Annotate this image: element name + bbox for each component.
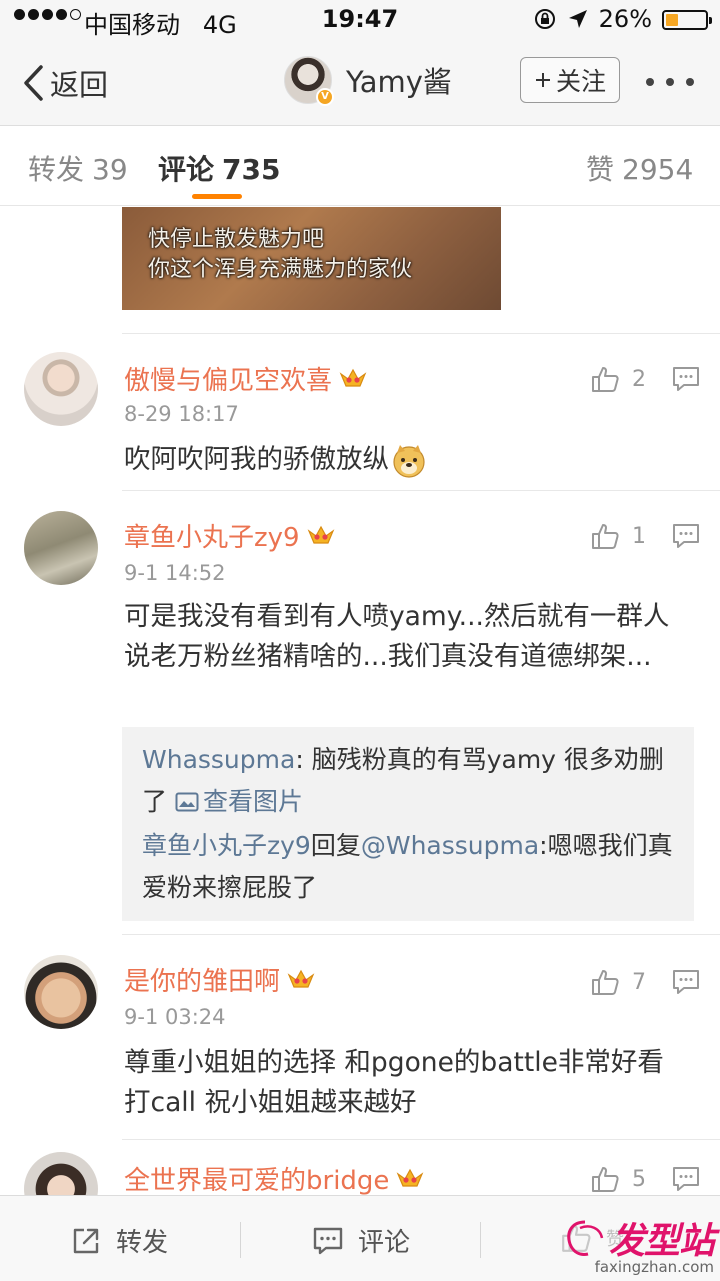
doge-emoji-icon: [393, 444, 425, 478]
divider: [122, 333, 720, 334]
watermark-brand: 发型站: [608, 1221, 715, 1262]
like-count: 5: [632, 1166, 646, 1192]
tab-comment-count: 735: [222, 153, 281, 186]
nav-bar: 返回 V Yamy酱 关注: [0, 40, 720, 126]
author-name: Yamy酱: [346, 65, 452, 99]
avatar[interactable]: [24, 1152, 98, 1195]
avatar[interactable]: [24, 955, 98, 1029]
follow-label: 关注: [555, 67, 606, 96]
reply-icon[interactable]: [672, 366, 700, 392]
crown-badge-icon: [397, 1168, 424, 1187]
avatar[interactable]: [24, 352, 98, 426]
rotation-lock-icon: [534, 9, 555, 29]
reply-thread[interactable]: Whassupma: 脑残粉真的有骂yamy 很多劝删了 查看图片 章鱼小丸子z…: [122, 727, 694, 921]
divider: [480, 1222, 481, 1258]
tab-comment-label: 评论: [158, 153, 215, 186]
comment-time: 9-1 03:24: [124, 1005, 226, 1029]
like-count: 2: [632, 366, 646, 392]
post-author[interactable]: V Yamy酱: [284, 56, 452, 106]
tab-repost-label: 转发: [28, 153, 85, 186]
like-count: 1: [632, 523, 646, 549]
site-watermark: 发型站 faxingzhan.com: [556, 1210, 720, 1281]
tab-comment[interactable]: 评论 735: [158, 148, 280, 188]
chevron-left-icon: [24, 65, 43, 101]
comment-time: 9-1 14:52: [124, 561, 226, 585]
tab-bar: 转发 39 评论 735 赞 2954: [0, 126, 720, 206]
bottom-action-bar: 转发 评论 赞 发型站 faxingzhan.com: [0, 1195, 720, 1281]
crown-badge-icon: [339, 368, 367, 387]
comment-author[interactable]: 傲慢与偏见空欢喜: [124, 360, 368, 397]
reply-item: Whassupma: 脑残粉真的有骂yamy 很多劝删了 查看图片: [142, 745, 664, 816]
like-button[interactable]: 1: [590, 521, 646, 551]
active-tab-indicator: [192, 194, 242, 199]
thumbs-up-icon: [592, 524, 619, 549]
location-icon: [568, 10, 587, 28]
comment-time: 8-29 18:17: [124, 402, 239, 426]
comment-author[interactable]: 章鱼小丸子zy9: [124, 517, 336, 554]
verified-badge-icon: V: [316, 88, 334, 106]
battery-percent: 26%: [598, 5, 652, 33]
watermark-domain: faxingzhan.com: [594, 1258, 714, 1276]
thumbs-up-icon: [592, 367, 619, 392]
crown-badge-icon: [307, 525, 334, 544]
tab-repost-count: 39: [92, 153, 128, 186]
mention-link[interactable]: @Whassupma: [361, 831, 539, 860]
tab-repost[interactable]: 转发 39: [28, 148, 128, 188]
more-options-icon[interactable]: [646, 78, 694, 86]
comment-text: 可是我没有看到有人喷yamy...然后就有一群人说老万粉丝猪精啥的...我们真没…: [124, 601, 670, 672]
comment-icon: [313, 1227, 343, 1254]
plus-icon: [535, 73, 550, 87]
like-count: 7: [632, 969, 646, 995]
back-label: 返回: [50, 68, 109, 102]
like-button[interactable]: 2: [590, 364, 646, 394]
status-bar: 中国移动 4G 19:47 26%: [0, 0, 720, 40]
tab-like-label: 赞: [586, 153, 615, 186]
reply-item: 章鱼小丸子zy9回复@Whassupma:嗯嗯我们真爱粉来擦屁股了: [142, 831, 673, 902]
thumbs-up-icon: [592, 970, 619, 995]
reply-icon[interactable]: [672, 523, 700, 549]
comment-author[interactable]: 全世界最可爱的bridge: [124, 1160, 425, 1195]
divider: [122, 934, 720, 935]
reply-user-link[interactable]: 章鱼小丸子zy9: [142, 831, 311, 860]
tab-like-count: 2954: [622, 153, 694, 186]
tab-like[interactable]: 赞 2954: [586, 148, 693, 188]
share-icon: [73, 1228, 99, 1253]
thumbs-up-icon: [592, 1167, 619, 1192]
comment-label: 评论: [358, 1228, 411, 1258]
divider: [122, 490, 720, 491]
comment-list[interactable]: 快停止散发魅力吧 你这个浑身充满魅力的家伙 傲慢与偏见空欢喜 8-29 18:1…: [0, 207, 720, 1195]
watermark-logo-icon: [567, 1220, 604, 1256]
avatar[interactable]: [24, 511, 98, 585]
comment-text: 尊重小姐姐的选择 和pgone的battle非常好看 打call 祝小姐姐越来越…: [124, 1047, 664, 1118]
crown-badge-icon: [287, 969, 315, 988]
reply-icon[interactable]: [672, 1166, 700, 1192]
divider: [240, 1222, 241, 1258]
battery-icon: [662, 10, 712, 30]
comment-button[interactable]: 评论: [312, 1222, 410, 1259]
divider: [122, 1139, 720, 1140]
reply-icon[interactable]: [672, 969, 700, 995]
view-image-link[interactable]: 查看图片: [175, 787, 303, 816]
comment-text: 吹阿吹阿我的骄傲放纵: [124, 440, 694, 480]
image-caption-line: 你这个浑身充满魅力的家伙: [148, 257, 413, 282]
avatar[interactable]: V: [284, 56, 334, 106]
like-button[interactable]: 5: [590, 1164, 646, 1194]
reply-user-link[interactable]: Whassupma: [142, 745, 295, 774]
image-icon: [175, 792, 199, 812]
comment-image[interactable]: 快停止散发魅力吧 你这个浑身充满魅力的家伙: [122, 207, 501, 310]
repost-button[interactable]: 转发: [70, 1222, 168, 1259]
follow-button[interactable]: 关注: [520, 57, 620, 103]
comment-author[interactable]: 是你的雏田啊: [124, 961, 316, 998]
back-button[interactable]: 返回: [22, 62, 108, 104]
image-caption-line: 快停止散发魅力吧: [148, 227, 325, 252]
like-button[interactable]: 7: [590, 967, 646, 997]
repost-label: 转发: [116, 1228, 169, 1258]
